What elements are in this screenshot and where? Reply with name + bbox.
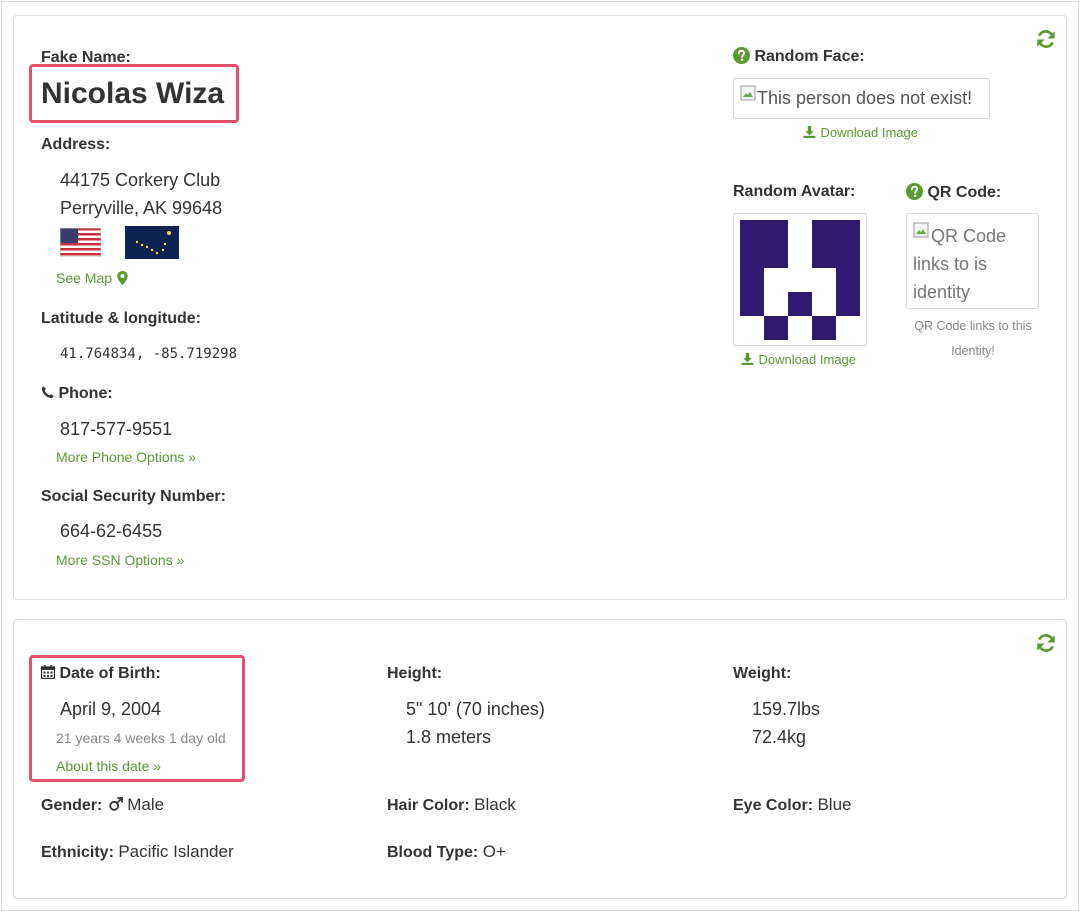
address-line1: 44175 Corkery Club — [60, 170, 221, 190]
height-metric: 1.8 meters — [406, 727, 492, 747]
hair-color-value: Black — [474, 795, 516, 814]
more-phone-options-link[interactable]: More Phone Options » — [56, 449, 196, 465]
ethnicity-row: Ethnicity: Pacific Islander — [41, 842, 234, 862]
identicon-avatar — [740, 220, 860, 340]
broken-image-icon — [740, 85, 756, 101]
details-card: Date of Birth: April 9, 2004 21 years 4 … — [13, 619, 1067, 899]
ssn-label: Social Security Number: — [41, 488, 226, 505]
random-face-label-group: Random Face: — [733, 47, 865, 66]
identity-card: Fake Name: Nicolas Wiza Address: 44175 C… — [13, 15, 1067, 600]
see-map-link[interactable]: See Map — [56, 270, 128, 288]
blood-type-label: Blood Type: — [387, 844, 479, 861]
weight-imperial: 159.7lbs — [752, 699, 821, 719]
map-marker-icon — [116, 271, 128, 285]
random-face-image: This person does not exist! — [733, 78, 990, 119]
face-download-link[interactable]: Download Image — [803, 124, 918, 142]
gender-value: Male — [127, 795, 165, 814]
question-circle-icon[interactable] — [733, 47, 750, 64]
gender-row: Gender: Male — [41, 795, 164, 815]
ethnicity-value: Pacific Islander — [118, 842, 234, 861]
question-circle-icon[interactable] — [906, 183, 923, 200]
height-label: Height: — [387, 665, 443, 682]
eye-color-value: Blue — [817, 795, 852, 814]
calendar-icon — [40, 665, 56, 680]
alaska-flag-icon — [125, 226, 179, 259]
phone-label: Phone: — [58, 385, 113, 402]
weight-metric: 72.4kg — [752, 727, 807, 747]
face-download-label[interactable]: Download Image — [820, 125, 918, 140]
qr-code-alt-text: QR Code links to is identity — [913, 226, 1007, 302]
weight-label: Weight: — [733, 665, 792, 682]
random-face-label: Random Face: — [754, 48, 865, 65]
us-flag-icon — [60, 228, 101, 257]
hair-color-label: Hair Color: — [387, 797, 470, 814]
random-avatar-image — [733, 213, 867, 346]
blood-type-value: O+ — [482, 842, 506, 861]
ethnicity-label: Ethnicity: — [41, 844, 114, 861]
height-imperial: 5" 10' (70 inches) — [406, 699, 545, 719]
qr-code-label: QR Code: — [927, 184, 1002, 201]
phone-value: 817-577-9551 — [60, 419, 173, 439]
eye-color-row: Eye Color: Blue — [733, 795, 852, 815]
latlong-label: Latitude & longitude: — [41, 310, 201, 327]
qr-code-label-group: QR Code: — [906, 183, 1001, 202]
dob-value: April 9, 2004 — [60, 699, 162, 719]
address-label: Address: — [41, 136, 111, 153]
eye-color-label: Eye Color: — [733, 797, 814, 814]
blood-type-row: Blood Type: O+ — [387, 842, 506, 862]
ssn-value: 664-62-6455 — [60, 521, 163, 541]
male-symbol-icon — [109, 797, 123, 811]
hair-color-row: Hair Color: Black — [387, 795, 516, 815]
more-ssn-options-link[interactable]: More SSN Options » — [56, 552, 184, 568]
fake-name: Nicolas Wiza — [41, 77, 225, 110]
random-avatar-label: Random Avatar: — [733, 183, 856, 200]
phone-label-group: Phone: — [41, 385, 113, 403]
about-this-date-link[interactable]: About this date » — [56, 758, 161, 774]
avatar-download-link[interactable]: Download Image — [741, 351, 856, 369]
age-value: 21 years 4 weeks 1 day old — [56, 730, 226, 746]
gender-label: Gender: — [41, 797, 103, 814]
address-line2: Perryville, AK 99648 — [60, 198, 223, 218]
refresh-icon[interactable] — [1035, 28, 1057, 50]
dob-label-group: Date of Birth: — [40, 665, 161, 683]
download-icon — [803, 126, 816, 138]
phone-icon — [41, 386, 54, 399]
avatar-download-label[interactable]: Download Image — [758, 352, 856, 367]
dob-label: Date of Birth: — [59, 665, 161, 682]
latlong-value: 41.764834, -85.719298 — [60, 346, 238, 362]
refresh-icon[interactable] — [1035, 632, 1057, 654]
see-map-label[interactable]: See Map — [56, 270, 112, 286]
qr-code-caption: QR Code links to this Identity! — [914, 319, 1032, 358]
download-icon — [741, 353, 754, 365]
qr-code-image[interactable]: QR Code links to is identity — [906, 213, 1039, 309]
random-face-alt-text: This person does not exist! — [757, 88, 973, 108]
